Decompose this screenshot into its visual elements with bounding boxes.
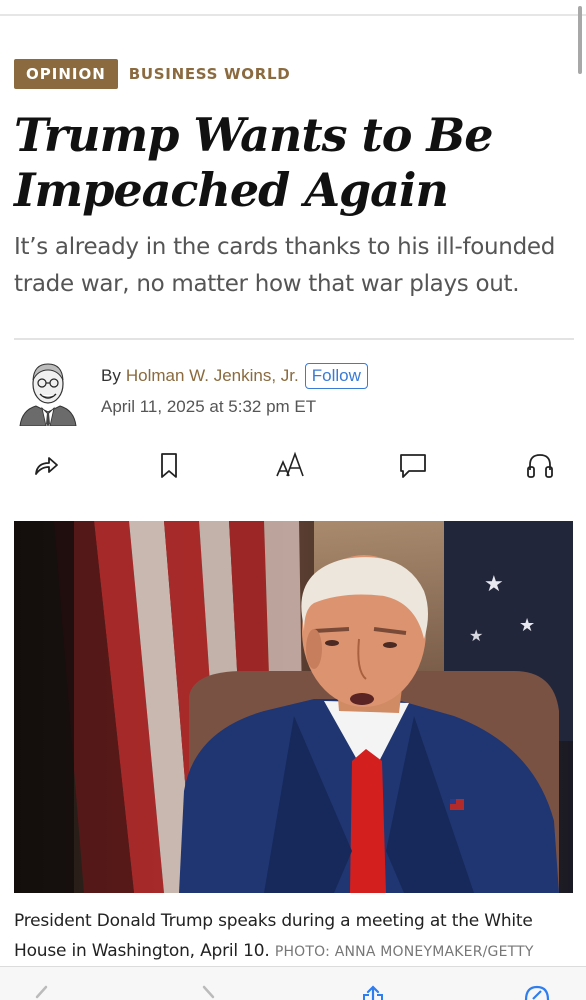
headphones-icon[interactable] (523, 448, 557, 482)
photo-credit: PHOTO: ANNA MONEYMAKER/GETTY (274, 944, 534, 960)
compass-icon[interactable] (524, 985, 550, 1000)
forward-icon[interactable] (196, 985, 222, 1000)
photo-president[interactable]: ★ ★ ★ (14, 521, 573, 893)
scrollbar[interactable] (578, 6, 582, 74)
author-link[interactable]: Holman W. Jenkins, Jr. (126, 366, 299, 386)
byline: By Holman W. Jenkins, Jr. Follow (101, 363, 368, 389)
byline-prefix: By (101, 366, 121, 385)
article-tags: OPINION BUSINESS WORLD (14, 59, 290, 89)
back-icon[interactable] (28, 985, 54, 1000)
svg-text:★: ★ (484, 572, 504, 597)
top-divider (0, 14, 586, 16)
bookmark-icon[interactable] (152, 448, 186, 482)
svg-text:★: ★ (469, 626, 483, 645)
browser-bottom-bar (0, 966, 586, 1000)
photo-caption: President Donald Trump speaks during a m… (14, 906, 574, 967)
publish-date: April 11, 2025 at 5:32 pm ET (101, 397, 317, 416)
author-avatar[interactable] (18, 358, 78, 427)
opinion-tag[interactable]: OPINION (14, 59, 118, 89)
share-sheet-icon[interactable] (360, 985, 386, 1000)
section-tag[interactable]: BUSINESS WORLD (129, 65, 291, 83)
follow-button[interactable]: Follow (304, 363, 368, 389)
headline: Trump Wants to Be Impeached Again (14, 108, 494, 217)
header-divider (14, 338, 574, 340)
dek: It’s already in the cards thanks to his … (14, 234, 556, 297)
share-icon[interactable] (29, 448, 63, 482)
text-size-icon[interactable] (273, 448, 307, 482)
svg-text:★: ★ (519, 615, 535, 636)
comment-icon[interactable] (396, 448, 430, 482)
